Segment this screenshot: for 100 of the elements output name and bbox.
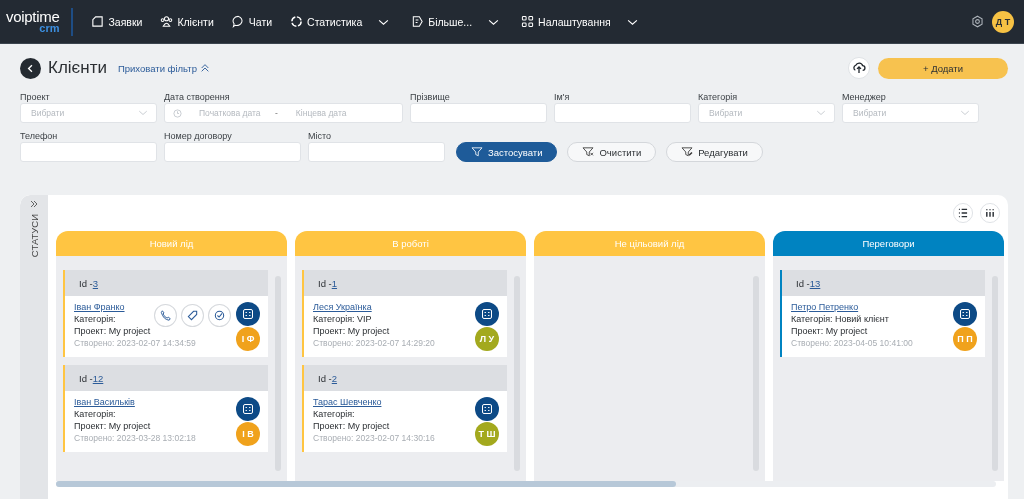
id-label: Id - <box>79 372 93 384</box>
scrollbar[interactable] <box>56 481 996 487</box>
input-field[interactable] <box>308 142 445 162</box>
filter-button[interactable]: Очистити <box>567 142 657 162</box>
id-label: Id - <box>79 277 93 289</box>
id-label: Id - <box>318 277 332 289</box>
client-name-link[interactable]: Тарас Шевченко <box>313 397 475 407</box>
category-text: Категорія: <box>313 409 356 419</box>
field-label: Телефон <box>20 131 59 141</box>
client-card[interactable]: Id -3 Іван Франко Категорія: Проект: My project Створено: 2023-02-07 14:34:59 І Ф <box>63 270 268 357</box>
column-header: Новий лід <box>56 231 287 256</box>
people-icon <box>160 15 174 28</box>
chevron-up-icon[interactable] <box>199 63 210 73</box>
column-header: В роботі <box>295 231 526 256</box>
manager-avatar: І В <box>236 422 260 446</box>
chevron-down-icon <box>816 110 826 116</box>
input-field[interactable] <box>164 142 301 162</box>
logo[interactable]: voiptime crm <box>6 9 60 34</box>
category-text: Категорія: <box>74 409 117 419</box>
settings-icon[interactable] <box>971 15 984 28</box>
project-text: Проект: My project <box>74 326 152 336</box>
nav-item[interactable]: Чати <box>231 15 273 28</box>
project-text: Проект: My project <box>791 326 869 336</box>
project-text: Проект: My project <box>74 421 152 431</box>
created-date: Створено: 2023-02-07 14:30:16 <box>313 433 436 443</box>
filter-clear-icon <box>582 147 595 157</box>
project-text: Проект: My project <box>313 421 391 431</box>
nav-item[interactable]: Клієнти <box>160 15 214 28</box>
category-text: Категорія: <box>74 314 117 324</box>
category-text: Категорія: Новий клієнт <box>791 314 890 324</box>
nav-item[interactable]: Заявки <box>91 15 143 28</box>
tag-button[interactable] <box>181 304 204 327</box>
upload-button[interactable] <box>848 57 870 79</box>
chevron-down-icon[interactable] <box>378 19 390 26</box>
columns-view-button[interactable] <box>980 203 1000 223</box>
category-text: Категорія: VIP <box>313 314 373 324</box>
column-header: Не цільовий лід <box>534 231 765 256</box>
client-card[interactable]: Id -12 Іван Васильків Категорія: Проект: My project Створено: 2023-03-28 13:02:18 І В <box>63 365 268 452</box>
donut-icon <box>290 15 304 28</box>
chevron-down-icon <box>138 110 148 116</box>
client-name-link[interactable]: Іван Франко <box>74 302 236 312</box>
grid-icon <box>521 15 535 28</box>
field-label: Ім'я <box>554 92 571 102</box>
manager-avatar: Л У <box>475 327 499 351</box>
filter-button[interactable]: Редагувати <box>666 142 763 162</box>
created-date: Створено: 2023-03-28 13:02:18 <box>74 433 197 443</box>
client-card[interactable]: Id -2 Тарас Шевченко Категорія: Проект: My project Створено: 2023-02-07 14:30:16 Т Ш <box>302 365 507 452</box>
phone-button[interactable] <box>154 304 177 327</box>
filter-button[interactable]: Застосувати <box>456 142 558 162</box>
client-card[interactable]: Id -13 Петро Петренко Категорія: Новий клієнт Проект: My project Створено: 2023-04-05 10:41:00 П П <box>780 270 985 357</box>
page-title: Клієнти <box>48 58 107 78</box>
list-view-button[interactable] <box>953 203 973 223</box>
clock-icon <box>173 108 182 118</box>
id-label: Id - <box>796 277 810 289</box>
hide-filter-link[interactable]: Приховати фільтр <box>117 62 197 74</box>
chat-icon <box>231 15 245 28</box>
field-label: Менеджер <box>842 92 887 102</box>
client-card[interactable]: Id -1 Леся Українка Категорія: VIP Проект: My project Створено: 2023-02-07 14:29:20 Л У <box>302 270 507 357</box>
field-label: Проект <box>20 92 51 102</box>
manager-avatar: Т Ш <box>475 422 499 446</box>
field-label: Прізвище <box>410 92 451 102</box>
form-button[interactable] <box>236 397 260 421</box>
field-label: Дата створення <box>164 92 231 102</box>
field-label: Номер договору <box>164 131 233 141</box>
sidebar-label: СТАТУСИ <box>28 214 40 258</box>
add-button[interactable]: + Додати <box>878 57 1008 79</box>
input-field[interactable] <box>410 103 547 123</box>
chevron-down-icon <box>960 110 970 116</box>
form-button[interactable] <box>236 302 260 326</box>
chevron-down-icon[interactable] <box>626 19 638 26</box>
nav-item[interactable]: Налаштування <box>521 15 611 28</box>
form-button[interactable] <box>475 302 499 326</box>
field-label: Місто <box>308 131 333 141</box>
date-range-field[interactable]: Початкова дата - Кінцева дата <box>164 103 403 123</box>
created-date: Створено: 2023-02-07 14:34:59 <box>74 338 197 348</box>
created-date: Створено: 2023-02-07 14:29:20 <box>313 338 436 348</box>
form-button[interactable] <box>475 397 499 421</box>
nav-item[interactable]: Статистика <box>290 15 363 28</box>
client-name-link[interactable]: Леся Українка <box>313 302 475 312</box>
manager-avatar: І Ф <box>236 327 260 351</box>
statuses-sidebar[interactable]: СТАТУСИ <box>20 195 48 499</box>
form-button[interactable] <box>953 302 977 326</box>
nav-item[interactable]: Більше... <box>411 15 473 28</box>
id-label: Id - <box>318 372 332 384</box>
folder-icon <box>91 15 105 28</box>
input-field[interactable] <box>20 142 157 162</box>
column-header: Переговори <box>773 231 1004 256</box>
user-avatar[interactable]: Д Т <box>992 10 1014 33</box>
field-label: Категорія <box>698 92 739 102</box>
created-date: Створено: 2023-04-05 10:41:00 <box>791 338 914 348</box>
double-chevron-right-icon[interactable] <box>29 199 39 209</box>
tag-icon <box>411 15 425 28</box>
client-name-link[interactable]: Петро Петренко <box>791 302 953 312</box>
check-button[interactable] <box>208 304 231 327</box>
chevron-down-icon[interactable] <box>488 19 500 26</box>
input-field[interactable] <box>554 103 691 123</box>
back-button[interactable] <box>20 57 41 79</box>
manager-avatar: П П <box>953 327 977 351</box>
project-text: Проект: My project <box>313 326 391 336</box>
client-name-link[interactable]: Іван Васильків <box>74 397 236 407</box>
